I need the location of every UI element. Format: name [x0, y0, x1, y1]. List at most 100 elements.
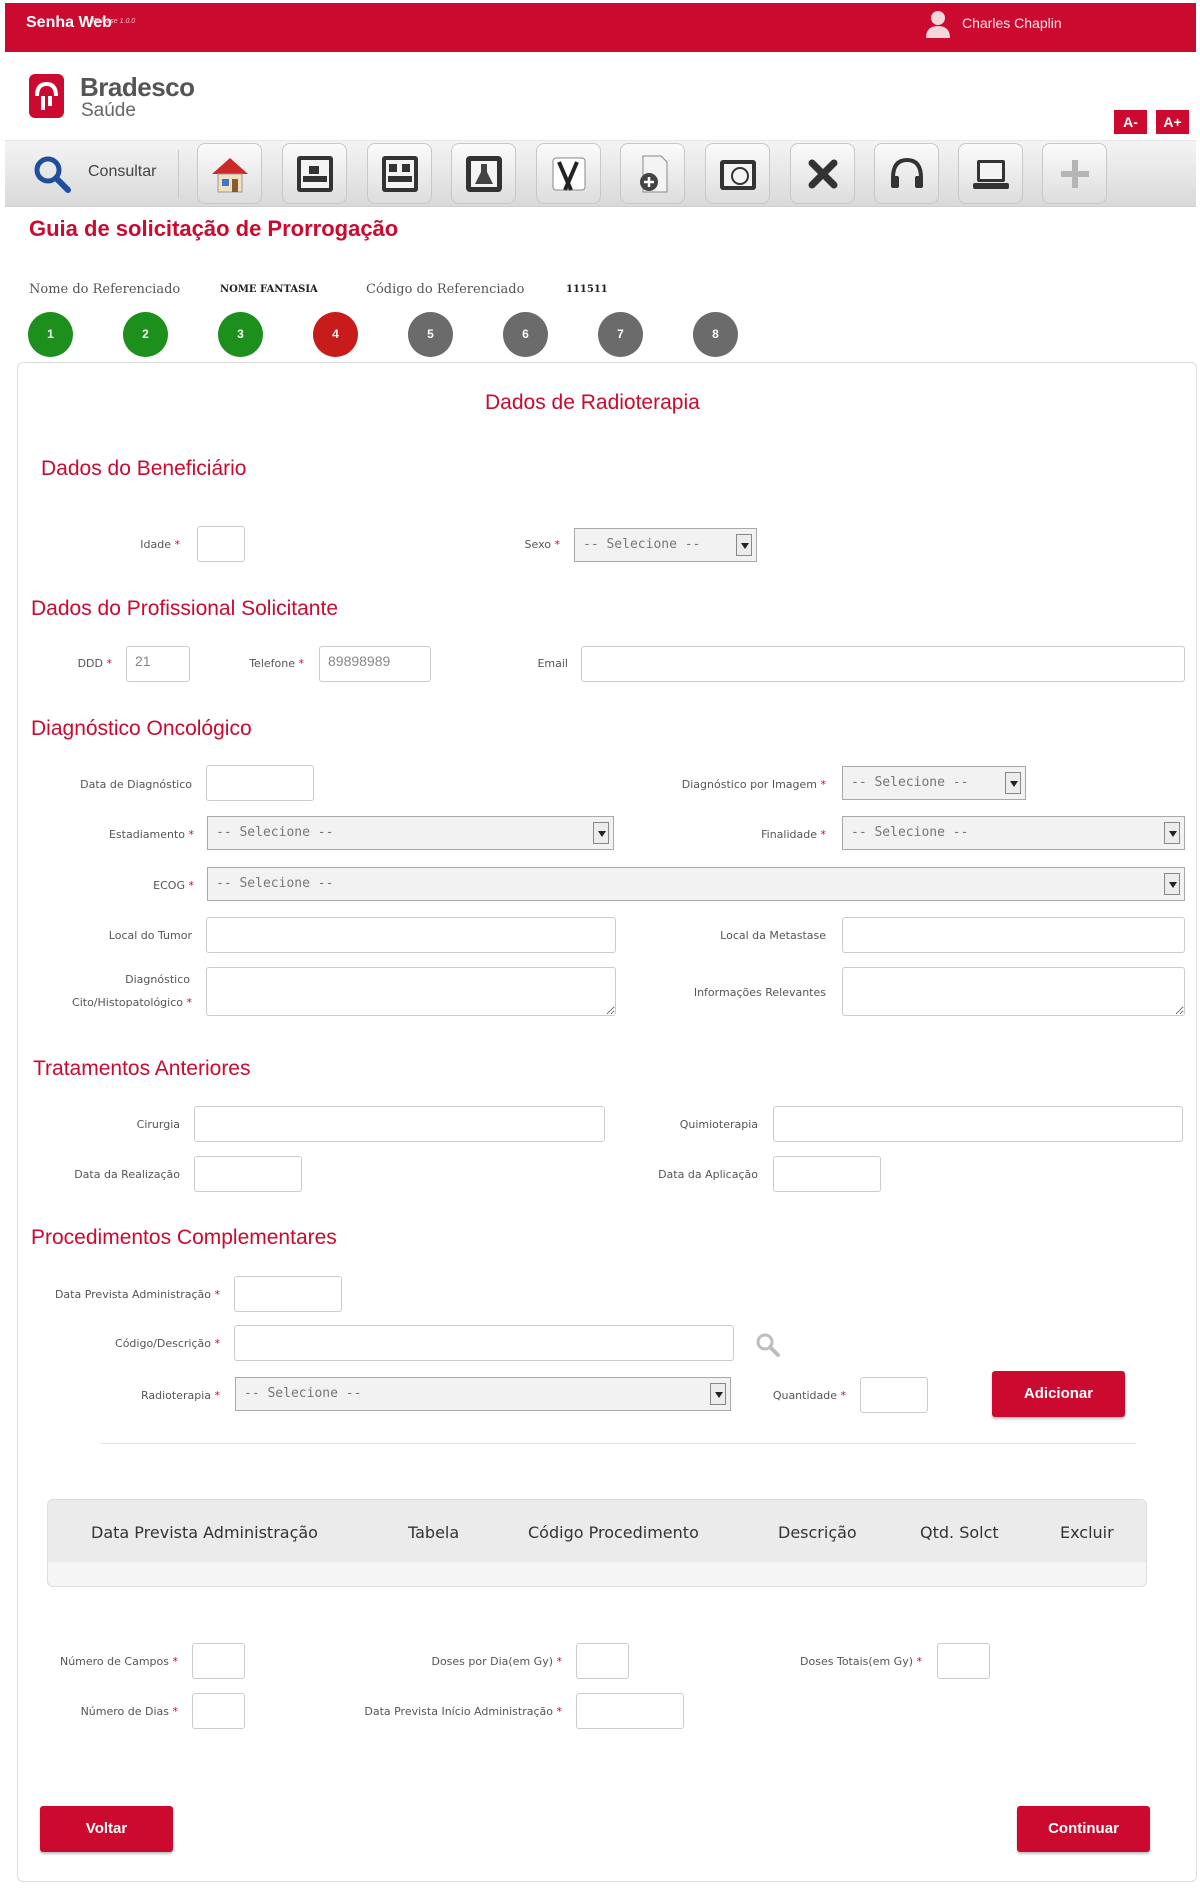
cito-label-line2: Cito/Histopatológico * [72, 996, 192, 1009]
chevron-down-icon [593, 822, 609, 844]
profissional-heading: Dados do Profissional Solicitante [31, 597, 339, 620]
search-icon[interactable] [753, 1330, 783, 1360]
headset-icon [891, 157, 923, 188]
hospital-bed-group-icon [382, 156, 418, 192]
email-input[interactable] [581, 646, 1185, 682]
data-aplicacao-label: Data da Aplicação [658, 1168, 758, 1181]
chevron-down-icon [710, 1383, 726, 1405]
bradesco-logo-icon [29, 74, 64, 118]
data-prevista-input[interactable] [234, 1276, 342, 1312]
add-document-icon [640, 155, 668, 193]
ecog-value: -- Selecione -- [216, 876, 334, 891]
doses-totais-input[interactable] [937, 1643, 990, 1679]
beneficiario-heading: Dados do Beneficiário [41, 457, 247, 480]
estadiamento-label: Estadiamento * [108, 828, 194, 841]
step-6: 6 [503, 312, 548, 357]
font-decrease-button[interactable]: A- [1114, 110, 1147, 134]
surgical-instruments-button[interactable] [536, 143, 601, 204]
font-increase-button[interactable]: A+ [1156, 110, 1189, 134]
hospital-beds-button[interactable] [367, 143, 432, 204]
home-button[interactable] [197, 143, 262, 204]
close-icon [808, 159, 838, 189]
data-realizacao-input[interactable] [194, 1156, 302, 1192]
finalidade-select[interactable]: -- Selecione -- [842, 816, 1185, 850]
cirurgia-input[interactable] [194, 1106, 605, 1142]
ddd-input[interactable]: 21 [126, 646, 190, 682]
chevron-down-icon [1005, 772, 1021, 794]
diagnostico-imagem-select[interactable]: -- Selecione -- [842, 766, 1026, 800]
adicionar-button[interactable]: Adicionar [992, 1371, 1125, 1417]
chevron-down-icon [1164, 873, 1180, 895]
num-campos-input[interactable] [192, 1643, 245, 1679]
monitor-icon [720, 160, 756, 190]
chevron-down-icon [1164, 822, 1180, 844]
data-aplicacao-input[interactable] [773, 1156, 881, 1192]
finalidade-value: -- Selecione -- [851, 825, 969, 840]
doses-dia-input[interactable] [576, 1643, 629, 1679]
add-document-button[interactable] [620, 143, 685, 204]
tratamentos-heading: Tratamentos Anteriores [33, 1057, 251, 1080]
step-1[interactable]: 1 [28, 312, 73, 357]
estadiamento-select[interactable]: -- Selecione -- [207, 816, 614, 850]
quimioterapia-input[interactable] [773, 1106, 1183, 1142]
add-button[interactable] [1042, 143, 1107, 204]
voltar-button[interactable]: Voltar [40, 1806, 173, 1852]
quantidade-label: Quantidade * [772, 1389, 846, 1402]
doses-totais-label: Doses Totais(em Gy) * [800, 1655, 922, 1668]
info-relevantes-textarea[interactable] [842, 967, 1185, 1016]
data-inicio-label: Data Prevista Início Administração * [364, 1705, 562, 1718]
codigo-descricao-label: Código/Descrição * [115, 1337, 220, 1350]
local-tumor-input[interactable] [206, 917, 616, 953]
diagnostico-imagem-value: -- Selecione -- [851, 775, 969, 790]
idade-input[interactable] [197, 526, 245, 562]
step-8: 8 [693, 312, 738, 357]
telefone-input[interactable]: 89898989 [319, 646, 431, 682]
info-relevantes-label: Informações Relevantes [693, 986, 826, 999]
codigo-descricao-input[interactable] [234, 1325, 734, 1361]
local-metastase-input[interactable] [842, 917, 1185, 953]
cito-textarea[interactable] [206, 967, 616, 1016]
ref-name-value: NOME FANTASIA [220, 284, 318, 295]
estadiamento-value: -- Selecione -- [216, 825, 334, 840]
quantidade-input[interactable] [860, 1377, 928, 1413]
radioterapia-label: Radioterapia * [140, 1389, 220, 1402]
num-campos-label: Número de Campos * [59, 1655, 178, 1668]
brand-subtitle: Saúde [81, 100, 136, 121]
data-diagnostico-input[interactable] [206, 765, 314, 801]
search-icon[interactable] [32, 154, 72, 194]
section-divider [100, 1443, 1136, 1444]
continuar-button[interactable]: Continuar [1017, 1806, 1150, 1852]
local-tumor-label: Local do Tumor [108, 929, 192, 942]
data-inicio-input[interactable] [576, 1693, 684, 1729]
user-icon [926, 11, 950, 38]
lab-button[interactable] [451, 143, 516, 204]
monitor-button[interactable] [705, 143, 770, 204]
radioterapia-select[interactable]: -- Selecione -- [235, 1377, 731, 1411]
email-label: Email [537, 657, 568, 670]
col-data-prevista: Data Prevista Administração [91, 1523, 318, 1542]
num-dias-input[interactable] [192, 1693, 245, 1729]
sexo-select[interactable]: -- Selecione -- [574, 528, 757, 562]
chevron-down-icon [736, 534, 752, 556]
ref-code-value: 111511 [566, 284, 608, 295]
hospital-bed-button[interactable] [282, 143, 347, 204]
ecog-select[interactable]: -- Selecione -- [207, 867, 1185, 901]
diagnostico-heading: Diagnóstico Oncológico [31, 717, 252, 740]
quimioterapia-label: Quimioterapia [679, 1118, 758, 1131]
step-4[interactable]: 4 [313, 312, 358, 357]
col-excluir: Excluir [1060, 1523, 1114, 1542]
consult-label[interactable]: Consultar [88, 163, 156, 181]
cito-label-line1: Diagnóstico [125, 973, 190, 986]
toolbar-divider [178, 150, 179, 198]
doses-dia-label: Doses por Dia(em Gy) * [431, 1655, 562, 1668]
lab-flask-icon [466, 156, 502, 192]
app-release: Release 1.0.0 [92, 18, 136, 25]
step-2[interactable]: 2 [123, 312, 168, 357]
support-button[interactable] [874, 143, 939, 204]
laptop-button[interactable] [958, 143, 1023, 204]
step-3[interactable]: 3 [218, 312, 263, 357]
cancel-button[interactable] [790, 143, 855, 204]
procedimentos-heading: Procedimentos Complementares [31, 1226, 337, 1249]
cirurgia-label: Cirurgia [136, 1118, 180, 1131]
user-name[interactable]: Charles Chaplin [962, 15, 1062, 31]
